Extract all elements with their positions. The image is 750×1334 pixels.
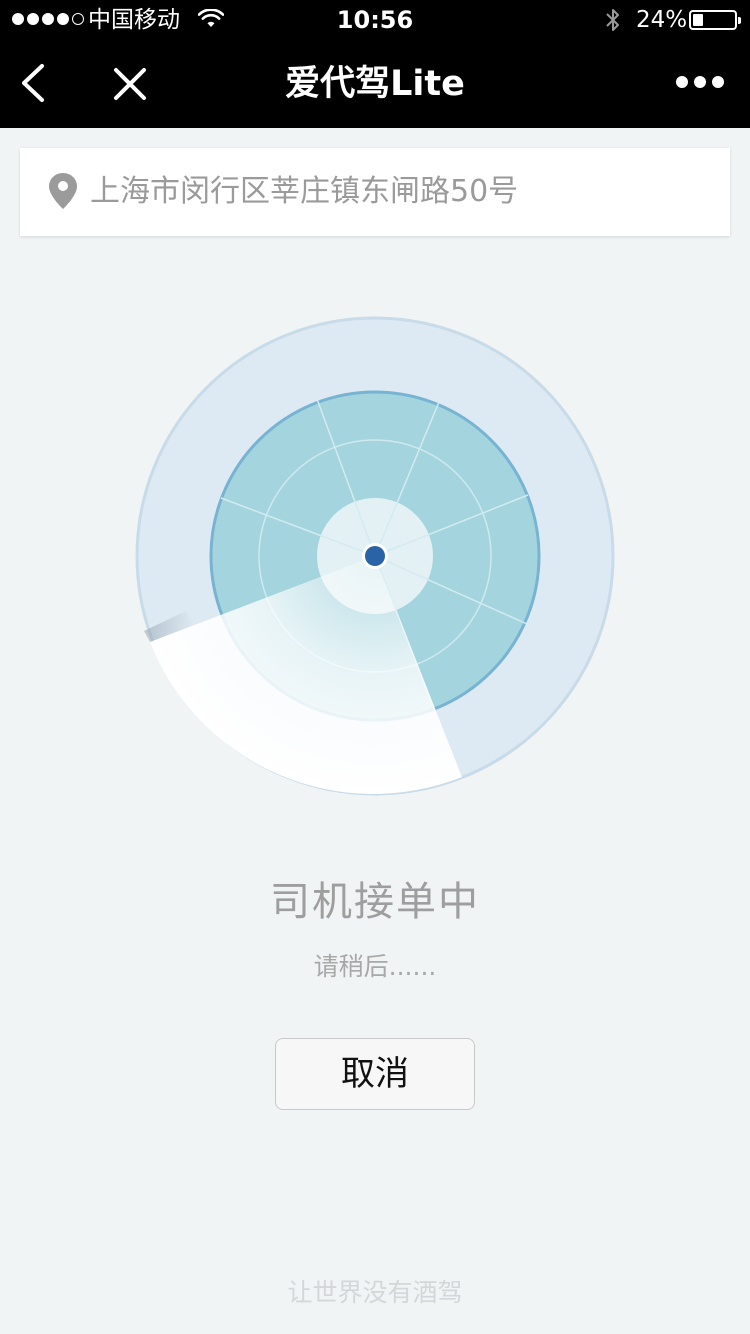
radar-scan-icon <box>135 316 615 796</box>
pickup-address: 上海市闵行区莘庄镇东闸路50号 <box>90 174 519 209</box>
slogan-text: 让世界没有酒驾 <box>287 1278 463 1307</box>
battery-percent: 24% <box>636 7 688 33</box>
battery-fill <box>693 14 703 26</box>
page-title: 爱代驾Lite <box>285 64 465 104</box>
cancel-button[interactable]: 取消 <box>275 1038 475 1110</box>
more-dots-icon <box>676 76 688 88</box>
top-bar: 中国移动 10:56 24% 爱代驾Lite <box>0 0 750 128</box>
status-bar: 中国移动 10:56 24% <box>0 0 750 40</box>
location-pin-icon <box>49 173 77 209</box>
address-card[interactable]: 上海市闵行区莘庄镇东闸路50号 <box>20 148 730 236</box>
bluetooth-icon <box>606 9 619 31</box>
order-status-subtitle: 请稍后...... <box>313 952 437 981</box>
battery-icon <box>689 10 741 30</box>
more-button[interactable] <box>676 76 726 92</box>
order-status-title: 司机接单中 <box>270 879 480 925</box>
